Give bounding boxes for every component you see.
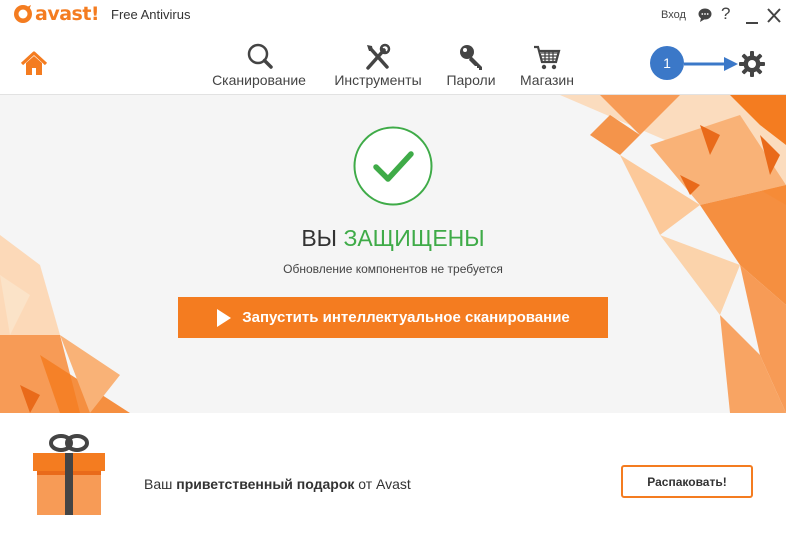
cart-icon [534, 45, 561, 70]
unpack-gift-button[interactable]: Распаковать! [621, 465, 753, 498]
close-icon[interactable] [767, 6, 781, 26]
avast-main-window: avast! Free Antivirus Вход ? Сканировани… [0, 0, 786, 546]
chat-icon[interactable] [698, 8, 712, 22]
update-status-text: Обновление компонентов не требуется [283, 262, 503, 276]
step-badge: 1 [650, 46, 684, 80]
nav-store[interactable]: Магазин [513, 42, 581, 90]
status-highlight: ЗАЩИЩЕНЫ [343, 225, 485, 251]
logo-wordmark: avast! [35, 3, 100, 25]
avast-logo-icon [14, 5, 32, 23]
nav-store-label: Магазин [519, 72, 574, 88]
protected-check-icon [353, 126, 433, 206]
login-link[interactable]: Вход [661, 9, 686, 21]
play-icon [217, 308, 232, 327]
gift-message: Ваш приветственный подарок от Avast [144, 476, 411, 492]
gift-text-bold: приветственный подарок [176, 476, 355, 492]
nav-scan[interactable]: Сканирование [207, 42, 311, 90]
nav-tools[interactable]: Инструменты [329, 42, 427, 90]
nav-tools-label: Инструменты [334, 72, 422, 88]
settings-gear-icon[interactable] [739, 51, 765, 77]
gift-text-suffix: от Avast [358, 476, 411, 492]
minimize-icon[interactable] [745, 6, 759, 26]
nav-passwords-label: Пароли [446, 72, 496, 88]
status-prefix: ВЫ [301, 225, 338, 251]
magnifier-icon [247, 43, 273, 69]
smart-scan-button[interactable]: Запустить интеллектуальное сканирование [178, 297, 608, 338]
gift-text-prefix: Ваш [144, 476, 173, 492]
annotation-arrow-icon [684, 57, 738, 71]
home-icon[interactable] [20, 50, 48, 78]
help-icon[interactable]: ? [721, 4, 730, 24]
nav-scan-label: Сканирование [212, 72, 306, 88]
product-name: Free Antivirus [111, 7, 191, 22]
protection-status: ВЫ ЗАЩИЩЕНЫ [0, 225, 786, 252]
tools-icon [366, 43, 391, 70]
avast-logo: avast! [13, 3, 100, 25]
smart-scan-label: Запустить интеллектуальное сканирование [242, 309, 570, 326]
status-panel: ВЫ ЗАЩИЩЕНЫ Обновление компонентов не тр… [0, 95, 786, 413]
key-icon [460, 45, 482, 70]
nav-passwords[interactable]: Пароли [442, 42, 500, 90]
title-bar: avast! Free Antivirus Вход ? [0, 0, 786, 32]
gift-icon [33, 434, 105, 515]
